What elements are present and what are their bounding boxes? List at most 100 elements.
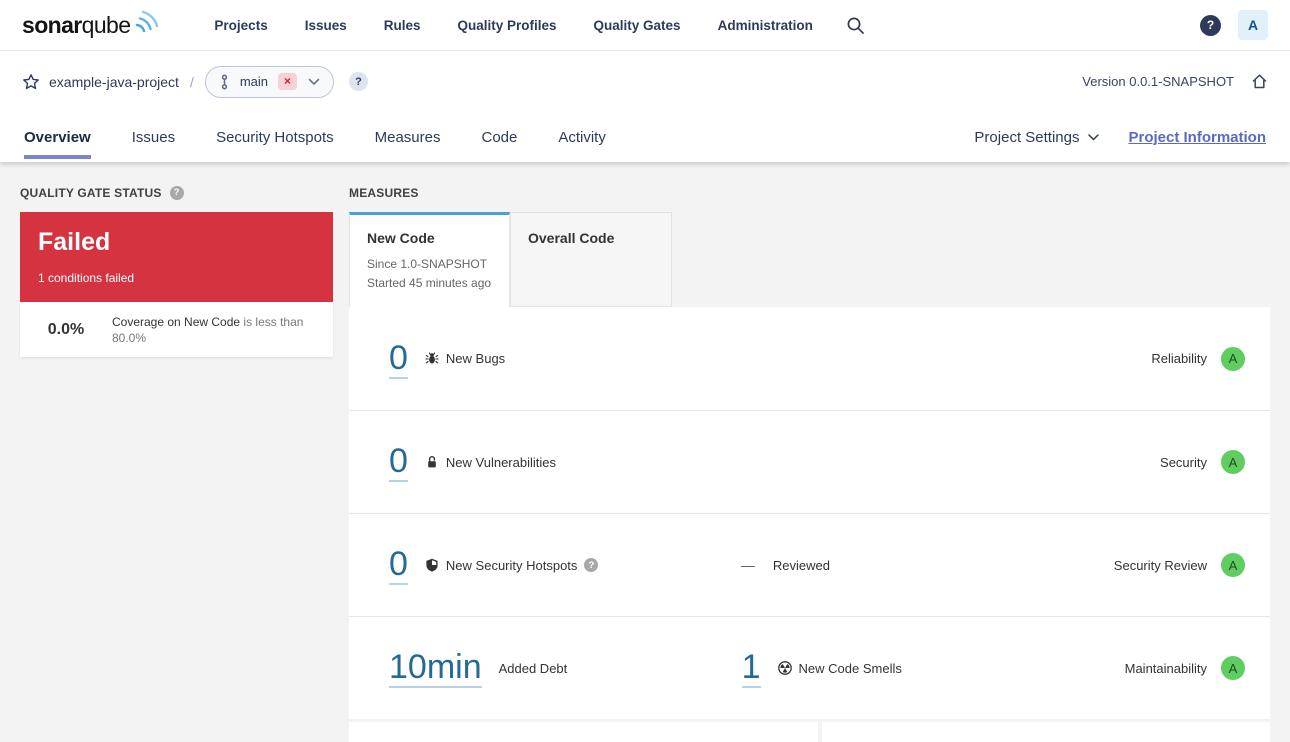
project-version: Version 0.0.1-SNAPSHOT — [1082, 74, 1234, 89]
security-review-rating-group: Security Review A — [1114, 553, 1245, 577]
new-code-smells-label: New Code Smells — [798, 660, 902, 676]
tab-new-code[interactable]: New Code Since 1.0-SNAPSHOT Started 45 m… — [349, 212, 510, 307]
condition-description: Coverage on New Code is less than 80.0% — [112, 314, 333, 346]
nav-item-projects[interactable]: Projects — [214, 18, 267, 33]
condition-value-link[interactable]: 0.0% — [20, 321, 112, 339]
reviewed-label: Reviewed — [772, 557, 831, 573]
nav-item-quality-profiles[interactable]: Quality Profiles — [458, 18, 557, 33]
measures-header: MEASURES — [349, 185, 1270, 200]
measures-title: MEASURES — [349, 185, 419, 200]
new-code-since: Since 1.0-SNAPSHOT — [367, 257, 488, 271]
favorite-star-icon[interactable] — [22, 73, 40, 91]
new-security-hotspots-label: New Security Hotspots — [445, 557, 578, 573]
security-label: Security — [1160, 454, 1207, 470]
security-rating-group: Security A — [1160, 450, 1245, 474]
nav-item-issues[interactable]: Issues — [305, 18, 347, 33]
tab-activity[interactable]: Activity — [558, 112, 606, 162]
open-lock-icon — [425, 455, 439, 469]
search-icon[interactable] — [846, 16, 865, 35]
tab-code[interactable]: Code — [481, 112, 517, 162]
git-branch-icon — [219, 74, 230, 90]
overview-content: QUALITY GATE STATUS ? Failed 1 condition… — [0, 162, 1290, 742]
next-measure-cards — [349, 722, 1270, 742]
project-information-link[interactable]: Project Information — [1128, 129, 1266, 146]
project-settings-label: Project Settings — [974, 128, 1080, 146]
quality-gate-header: QUALITY GATE STATUS ? — [20, 185, 333, 200]
new-vulnerabilities-count-link[interactable]: 0 — [389, 442, 408, 482]
chevron-down-icon — [308, 78, 320, 86]
new-bugs-label: New Bugs — [445, 351, 506, 366]
project-tabs: Overview Issues Security Hotspots Measur… — [24, 112, 606, 162]
hotspots-label-group: New Security Hotspots ? — [425, 558, 741, 573]
chevron-down-icon — [1088, 133, 1100, 140]
security-rating-badge[interactable]: A — [1221, 450, 1245, 474]
maintainability-rating-badge[interactable]: A — [1221, 656, 1245, 680]
measures-tab-strip: New Code Since 1.0-SNAPSHOT Started 45 m… — [349, 212, 1270, 307]
quality-gate-status: Failed — [38, 228, 111, 256]
breadcrumb-project-link[interactable]: example-java-project — [49, 74, 179, 90]
new-code-tab-label: New Code — [367, 230, 435, 246]
quality-gate-help-icon[interactable]: ? — [169, 185, 184, 200]
security-review-rating-badge[interactable]: A — [1221, 553, 1245, 577]
measures-panel: 0 New Bugs Reliability A 0 New Vulnerabi… — [349, 307, 1270, 719]
new-bugs-count-link[interactable]: 0 — [389, 339, 408, 379]
breadcrumb-separator: / — [189, 73, 194, 90]
project-tabs-bar: Overview Issues Security Hotspots Measur… — [0, 112, 1290, 162]
user-avatar[interactable]: A — [1238, 10, 1268, 40]
coverage-card-partial — [349, 722, 818, 742]
new-code-smells-count-link[interactable]: 1 — [741, 648, 761, 688]
nav-menu: Projects Issues Rules Quality Profiles Q… — [214, 18, 812, 33]
branch-failed-badge[interactable]: × — [278, 73, 298, 90]
branch-selector[interactable]: main × — [204, 65, 335, 98]
measures-section: MEASURES New Code Since 1.0-SNAPSHOT Sta… — [349, 185, 1270, 742]
logo-swoosh-icon — [132, 8, 159, 41]
duplications-card-partial — [822, 722, 1270, 742]
help-icon[interactable]: ? — [1200, 14, 1221, 36]
security-review-label: Security Review — [1113, 557, 1207, 573]
bugs-label-group: New Bugs — [425, 351, 505, 366]
reliability-label: Reliability — [1151, 351, 1207, 366]
hotspots-help-icon[interactable]: ? — [584, 558, 599, 572]
failed-condition-card: 0.0% Coverage on New Code is less than 8… — [20, 302, 333, 357]
nav-item-rules[interactable]: Rules — [384, 18, 421, 33]
nav-item-administration[interactable]: Administration — [718, 18, 813, 33]
added-debt-link[interactable]: 10min — [389, 648, 482, 688]
maintainability-rating-group: Maintainability A — [1125, 656, 1245, 680]
home-icon[interactable] — [1251, 73, 1268, 90]
sonarqube-app: sonarqube Projects Issues Rules Quality … — [0, 0, 1290, 742]
branch-help-icon[interactable]: ? — [349, 72, 369, 91]
project-settings-dropdown[interactable]: Project Settings — [974, 128, 1100, 146]
quality-gate-section: QUALITY GATE STATUS ? Failed 1 condition… — [20, 185, 333, 742]
breadcrumb: example-java-project / main × ? Version … — [0, 51, 1290, 112]
sonarqube-logo[interactable]: sonarqube — [22, 8, 159, 41]
tabs-right-actions: Project Settings Project Information — [974, 112, 1266, 162]
code-smell-icon — [777, 661, 792, 675]
tab-overview[interactable]: Overview — [24, 112, 91, 162]
tab-measures[interactable]: Measures — [375, 112, 441, 162]
nav-item-quality-gates[interactable]: Quality Gates — [594, 18, 681, 33]
overall-code-tab-label: Overall Code — [528, 230, 615, 246]
quality-gate-conditions-summary: 1 conditions failed — [38, 271, 135, 285]
tab-issues[interactable]: Issues — [132, 112, 175, 162]
reviewed-value: — — [740, 557, 757, 573]
top-navigation: sonarqube Projects Issues Rules Quality … — [0, 0, 1290, 51]
new-code-started: Started 45 minutes ago — [367, 276, 492, 290]
branch-name: main — [239, 74, 269, 89]
tab-overall-code[interactable]: Overall Code — [510, 212, 672, 307]
measure-row-security-hotspots: 0 New Security Hotspots ? — Reviewed Sec… — [349, 513, 1270, 616]
measure-row-vulnerabilities: 0 New Vulnerabilities Security A — [349, 410, 1270, 513]
tab-security-hotspots[interactable]: Security Hotspots — [216, 112, 334, 162]
topnav-right: ? A — [1200, 10, 1268, 40]
new-security-hotspots-count-link[interactable]: 0 — [389, 545, 408, 585]
measure-row-maintainability: 10min Added Debt 1 New Code Smells Maint… — [349, 616, 1270, 719]
measure-row-bugs: 0 New Bugs Reliability A — [349, 307, 1270, 410]
vulnerabilities-label-group: New Vulnerabilities — [425, 455, 556, 470]
condition-metric: Coverage on New Code — [112, 314, 241, 329]
reviewed-group: — Reviewed — [741, 557, 830, 573]
sonarqube-logo-text: sonarqube — [22, 11, 131, 38]
reliability-rating-group: Reliability A — [1151, 346, 1245, 371]
maintainability-label: Maintainability — [1124, 660, 1207, 676]
reliability-rating-badge[interactable]: A — [1221, 346, 1245, 371]
quality-gate-status-box: Failed 1 conditions failed — [20, 212, 333, 302]
code-smells-label-group: New Code Smells — [777, 660, 902, 676]
